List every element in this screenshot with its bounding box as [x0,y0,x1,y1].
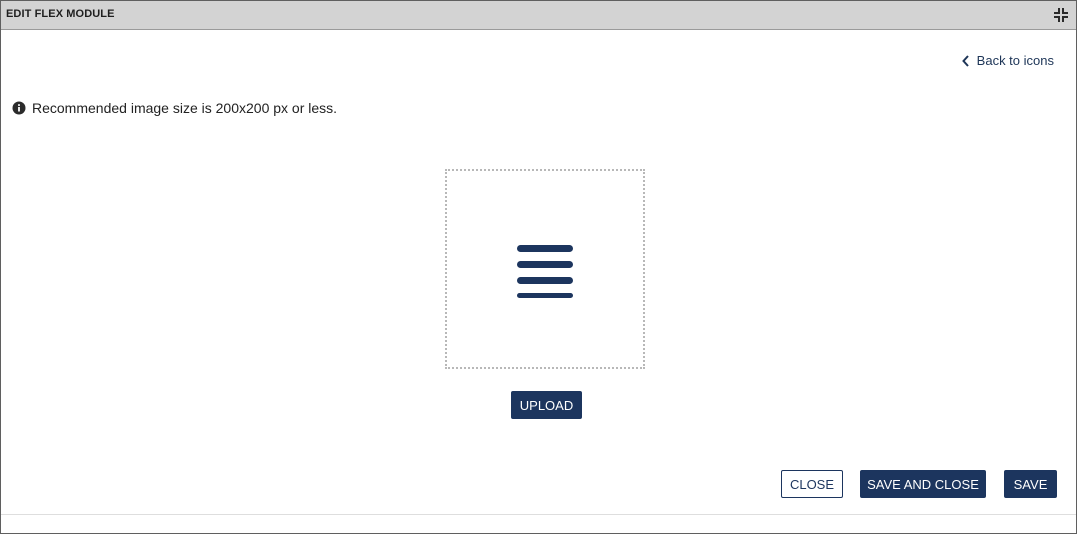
dialog-titlebar: EDIT FLEX MODULE [1,1,1076,30]
chevron-left-icon [961,54,970,67]
hamburger-menu-icon [517,245,573,298]
collapse-arrows-icon[interactable] [1053,7,1069,23]
upload-button[interactable]: UPLOAD [511,391,582,419]
save-and-close-button[interactable]: SAVE AND CLOSE [860,470,986,498]
image-size-info: Recommended image size is 200x200 px or … [12,100,337,116]
dialog-title: EDIT FLEX MODULE [6,8,115,20]
edit-flex-module-dialog: EDIT FLEX MODULE Back to icons Recommend… [0,0,1077,534]
close-button[interactable]: CLOSE [781,470,843,498]
footer-divider [1,514,1076,515]
image-size-info-text: Recommended image size is 200x200 px or … [32,100,338,116]
back-to-icons-link[interactable]: Back to icons [961,53,1054,68]
save-button[interactable]: SAVE [1004,470,1057,498]
icon-preview-box [445,169,645,369]
back-to-icons-label: Back to icons [976,53,1054,68]
info-circle-icon [12,101,26,115]
